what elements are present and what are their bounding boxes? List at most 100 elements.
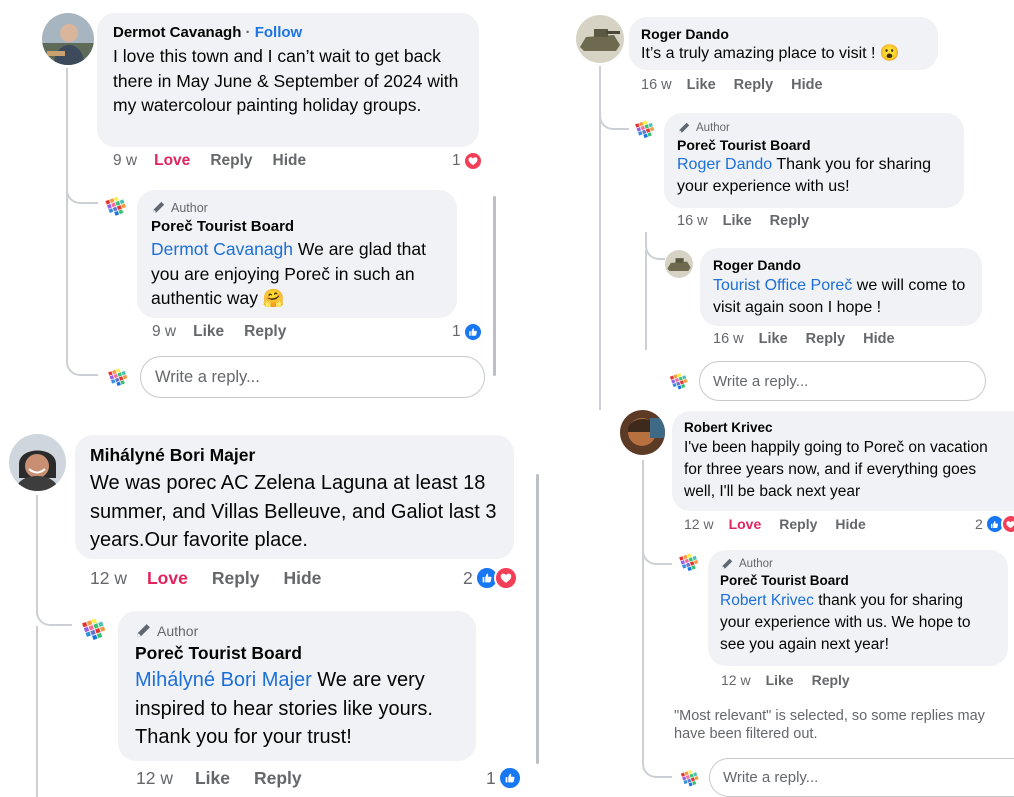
avatar-robert[interactable] bbox=[620, 410, 665, 455]
reply-input[interactable]: Write a reply... bbox=[140, 356, 485, 398]
thread-line bbox=[36, 626, 38, 797]
thread-line bbox=[645, 250, 647, 350]
reaction-count: 2 bbox=[975, 516, 983, 532]
comment-actions: 12 w Love Reply Hide bbox=[684, 516, 866, 532]
reply-author[interactable]: Poreč Tourist Board bbox=[720, 572, 996, 590]
reply-actions: 16 w Like Reply Hide bbox=[713, 331, 895, 347]
like-button[interactable]: Like bbox=[687, 77, 716, 93]
hugging-face-emoji-icon: 🤗 bbox=[262, 288, 285, 308]
mention-link[interactable]: Roger Dando bbox=[677, 156, 772, 173]
reply-actions: 9 w Like Reply bbox=[152, 323, 286, 341]
reply-input[interactable]: Write a reply... bbox=[709, 758, 1014, 797]
love-button[interactable]: Love bbox=[147, 568, 188, 589]
comment-author[interactable]: Dermot Cavanagh bbox=[113, 24, 241, 41]
author-badge-label: Author bbox=[157, 622, 199, 639]
reply-author[interactable]: Poreč Tourist Board bbox=[135, 642, 459, 664]
pen-icon bbox=[720, 557, 734, 571]
porec-logo-icon[interactable] bbox=[77, 612, 111, 646]
reply-time[interactable]: 9 w bbox=[152, 323, 176, 341]
hide-button[interactable]: Hide bbox=[273, 152, 307, 170]
thread-connector bbox=[642, 535, 672, 565]
thread-connector bbox=[642, 740, 672, 778]
reply-bubble: Roger Dando Tourist Office Poreč we will… bbox=[700, 248, 982, 326]
reply-actions: 12 w Like Reply bbox=[721, 672, 850, 688]
porec-logo-icon[interactable] bbox=[675, 548, 703, 576]
reply-author[interactable]: Roger Dando bbox=[713, 256, 969, 274]
love-button[interactable]: Love bbox=[729, 516, 762, 532]
reaction-summary[interactable]: 2 bbox=[463, 566, 518, 590]
hide-button[interactable]: Hide bbox=[863, 331, 894, 347]
heart-icon bbox=[1000, 514, 1014, 534]
reply-time[interactable]: 16 w bbox=[677, 213, 708, 229]
astonished-emoji-icon: 😮 bbox=[879, 45, 900, 62]
comment-author[interactable]: Robert Krivec bbox=[684, 419, 1002, 437]
mention-link[interactable]: Mihályné Bori Majer bbox=[135, 669, 312, 691]
reply-button[interactable]: Reply bbox=[812, 672, 850, 688]
mention-link[interactable]: Tourist Office Poreč bbox=[713, 277, 852, 294]
hide-button[interactable]: Hide bbox=[791, 77, 822, 93]
reply-bubble: Author Poreč Tourist Board Roger Dando T… bbox=[664, 113, 964, 208]
pen-icon bbox=[151, 200, 166, 215]
author-badge-label: Author bbox=[171, 200, 208, 215]
thread-connector bbox=[36, 580, 72, 626]
like-button[interactable]: Like bbox=[193, 323, 224, 341]
comment-time[interactable]: 9 w bbox=[113, 152, 137, 170]
follow-link[interactable]: Follow bbox=[255, 24, 303, 41]
avatar-roger-small[interactable] bbox=[665, 250, 693, 278]
comment-text: It’s a truly amazing place to visit ! bbox=[641, 45, 880, 62]
porec-logo-icon[interactable] bbox=[631, 115, 659, 143]
reply-button[interactable]: Reply bbox=[806, 331, 846, 347]
like-button[interactable]: Like bbox=[723, 213, 752, 229]
scrollbar[interactable] bbox=[493, 196, 496, 376]
scrollbar[interactable] bbox=[536, 474, 539, 764]
reply-input[interactable]: Write a reply... bbox=[699, 361, 986, 401]
reply-time[interactable]: 16 w bbox=[713, 331, 744, 347]
comment-time[interactable]: 16 w bbox=[641, 77, 672, 93]
reply-button[interactable]: Reply bbox=[244, 323, 286, 341]
reply-button[interactable]: Reply bbox=[254, 768, 302, 789]
reply-input-placeholder: Write a reply... bbox=[155, 367, 260, 386]
comment-author[interactable]: Mihályné Bori Majer bbox=[90, 444, 499, 466]
thread-line bbox=[642, 460, 644, 580]
hide-button[interactable]: Hide bbox=[283, 568, 321, 589]
comment-author[interactable]: Roger Dando bbox=[641, 25, 926, 43]
comment-text: I love this town and I can’t wait to get… bbox=[113, 46, 459, 115]
porec-logo-icon[interactable] bbox=[101, 191, 131, 221]
like-icon bbox=[497, 766, 522, 790]
reaction-summary[interactable]: 1 bbox=[486, 766, 522, 790]
reaction-summary[interactable]: 1 bbox=[452, 322, 483, 342]
avatar-dermot[interactable] bbox=[42, 13, 94, 65]
comment-text: We was porec AC Zelena Laguna at least 1… bbox=[90, 472, 497, 551]
author-badge: Author bbox=[135, 622, 459, 639]
reply-time[interactable]: 12 w bbox=[721, 672, 751, 688]
reply-button[interactable]: Reply bbox=[212, 568, 260, 589]
mention-link[interactable]: Robert Krivec bbox=[720, 592, 814, 609]
reply-time[interactable]: 12 w bbox=[136, 768, 173, 789]
reply-button[interactable]: Reply bbox=[779, 516, 817, 532]
reply-actions: 16 w Like Reply bbox=[677, 213, 809, 229]
comment-text: I've been happily going to Poreč on vaca… bbox=[684, 439, 988, 500]
love-button[interactable]: Love bbox=[154, 152, 190, 170]
comment-actions: 9 w Love Reply Hide bbox=[113, 152, 306, 170]
avatar-roger[interactable] bbox=[576, 15, 624, 63]
like-button[interactable]: Like bbox=[195, 768, 230, 789]
reply-button[interactable]: Reply bbox=[734, 77, 774, 93]
reply-text-block: Dermot Cavanagh We are glad that you are… bbox=[151, 237, 443, 311]
author-badge: Author bbox=[151, 200, 443, 215]
reply-author[interactable]: Poreč Tourist Board bbox=[677, 136, 951, 154]
reply-author[interactable]: Poreč Tourist Board bbox=[151, 217, 443, 237]
thread-connector bbox=[645, 232, 665, 260]
reaction-summary[interactable]: 2 bbox=[975, 514, 1014, 534]
avatar-bori[interactable] bbox=[9, 434, 66, 491]
comment-bubble: Robert Krivec I've been happily going to… bbox=[672, 411, 1014, 511]
comment-bubble: Mihályné Bori Majer We was porec AC Zele… bbox=[75, 435, 514, 559]
comment-time[interactable]: 12 w bbox=[90, 568, 127, 589]
like-button[interactable]: Like bbox=[759, 331, 788, 347]
hide-button[interactable]: Hide bbox=[835, 516, 865, 532]
mention-link[interactable]: Dermot Cavanagh bbox=[151, 239, 293, 259]
reply-button[interactable]: Reply bbox=[210, 152, 252, 170]
reaction-summary[interactable]: 1 bbox=[452, 151, 483, 171]
like-button[interactable]: Like bbox=[766, 672, 794, 688]
comment-time[interactable]: 12 w bbox=[684, 516, 714, 532]
reply-button[interactable]: Reply bbox=[770, 213, 810, 229]
